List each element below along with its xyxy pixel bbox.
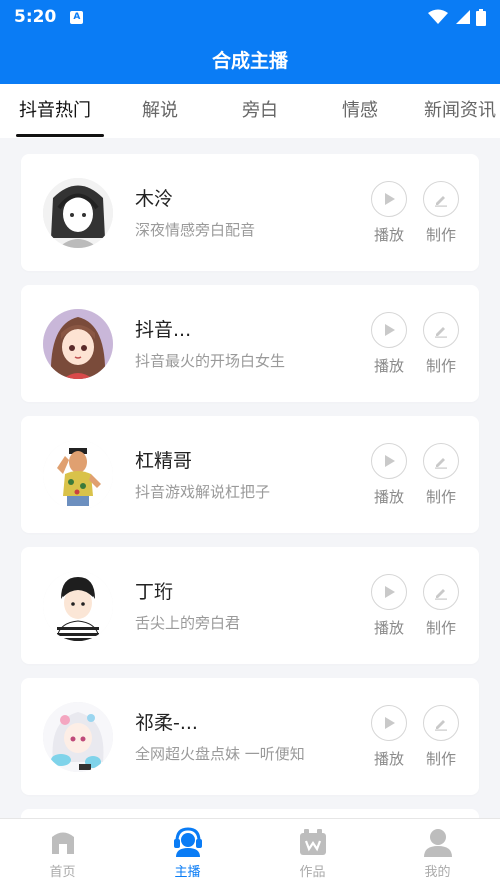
edit-icon [435, 195, 447, 207]
anchor-list: 木泠 深夜情感旁白配音 播放 制作 抖音... 抖音最火的开场白女生 播放 制作… [0, 138, 500, 819]
make-button[interactable]: 制作 [423, 180, 459, 245]
anchor-name: 杠精哥 [135, 449, 193, 472]
anchor-desc: 抖音游戏解说杠把子 [135, 482, 271, 501]
tab-news[interactable]: 新闻资讯 [410, 84, 500, 138]
play-label: 播放 [373, 356, 404, 375]
list-item[interactable]: 丁珩 舌尖上的旁白君 播放 制作 [21, 547, 479, 664]
edit-icon [435, 457, 447, 469]
make-button[interactable]: 制作 [423, 573, 459, 638]
nav-home-label: 首页 [49, 865, 76, 880]
signal-icon [456, 10, 470, 24]
status-time: 5:20 [14, 7, 57, 27]
wifi-icon [428, 9, 448, 24]
play-button[interactable]: 播放 [371, 311, 407, 376]
edit-icon [435, 588, 447, 600]
home-icon [51, 832, 74, 854]
nav-anchor-label: 主播 [174, 865, 201, 880]
nav-home[interactable]: 首页 [0, 819, 125, 888]
make-button[interactable]: 制作 [423, 704, 459, 769]
category-tabs: 抖音热门 解说 旁白 情感 新闻资讯 [0, 84, 500, 138]
play-label: 播放 [373, 618, 404, 637]
play-button[interactable]: 播放 [371, 573, 407, 638]
play-button[interactable]: 播放 [371, 704, 407, 769]
profile-icon [423, 829, 452, 857]
avatar [43, 177, 113, 248]
list-item[interactable]: 祁柔-... 全网超火盘点妹 一听便知 播放 制作 [21, 678, 479, 795]
avatar [43, 701, 113, 772]
nav-anchor[interactable]: 主播 [125, 819, 250, 888]
play-button[interactable]: 播放 [371, 442, 407, 507]
page-title: 合成主播 [0, 34, 500, 84]
make-button[interactable]: 制作 [423, 442, 459, 507]
anchor-name: 木泠 [135, 187, 174, 210]
play-label: 播放 [373, 487, 404, 506]
list-item[interactable]: 杠精哥 抖音游戏解说杠把子 播放 制作 [21, 416, 479, 533]
make-label: 制作 [425, 618, 456, 637]
edit-icon [435, 326, 447, 338]
nav-profile[interactable]: 我的 [375, 819, 500, 888]
make-label: 制作 [425, 487, 456, 506]
works-icon [299, 829, 326, 855]
anchor-desc: 抖音最火的开场白女生 [135, 351, 286, 370]
make-label: 制作 [425, 225, 456, 244]
make-label: 制作 [425, 749, 456, 768]
tab-emotion[interactable]: 情感 [310, 84, 410, 138]
list-item[interactable]: 抖音... 抖音最火的开场白女生 播放 制作 [21, 285, 479, 402]
make-button[interactable]: 制作 [423, 311, 459, 376]
anchor-desc: 全网超火盘点妹 一听便知 [135, 744, 305, 763]
battery-icon [476, 8, 486, 26]
bottom-nav: 首页 主播 作品 我的 [0, 818, 500, 888]
play-icon [385, 323, 395, 336]
status-bar: 5:20 A [0, 0, 500, 34]
tab-douyin-hot[interactable]: 抖音热门 [0, 84, 110, 138]
play-icon [385, 454, 395, 467]
notification-icon: A [70, 10, 84, 24]
anchor-name: 抖音... [135, 318, 192, 341]
play-icon [385, 192, 395, 205]
nav-works-label: 作品 [299, 865, 326, 880]
nav-works[interactable]: 作品 [250, 819, 375, 888]
tab-commentary[interactable]: 解说 [110, 84, 210, 138]
edit-icon [435, 719, 447, 731]
play-label: 播放 [373, 225, 404, 244]
tab-narration[interactable]: 旁白 [210, 84, 310, 138]
anchor-icon [173, 827, 202, 857]
nav-profile-label: 我的 [424, 865, 451, 880]
play-label: 播放 [373, 749, 404, 768]
anchor-desc: 舌尖上的旁白君 [135, 613, 241, 632]
play-button[interactable]: 播放 [371, 180, 407, 245]
avatar [43, 308, 113, 379]
list-item[interactable]: 木泠 深夜情感旁白配音 播放 制作 [21, 154, 479, 271]
make-label: 制作 [425, 356, 456, 375]
anchor-name: 祁柔-... [135, 711, 198, 734]
play-icon [385, 716, 395, 729]
avatar [43, 570, 113, 641]
avatar [43, 439, 113, 510]
anchor-name: 丁珩 [135, 580, 174, 603]
play-icon [385, 585, 395, 598]
anchor-desc: 深夜情感旁白配音 [135, 220, 256, 239]
